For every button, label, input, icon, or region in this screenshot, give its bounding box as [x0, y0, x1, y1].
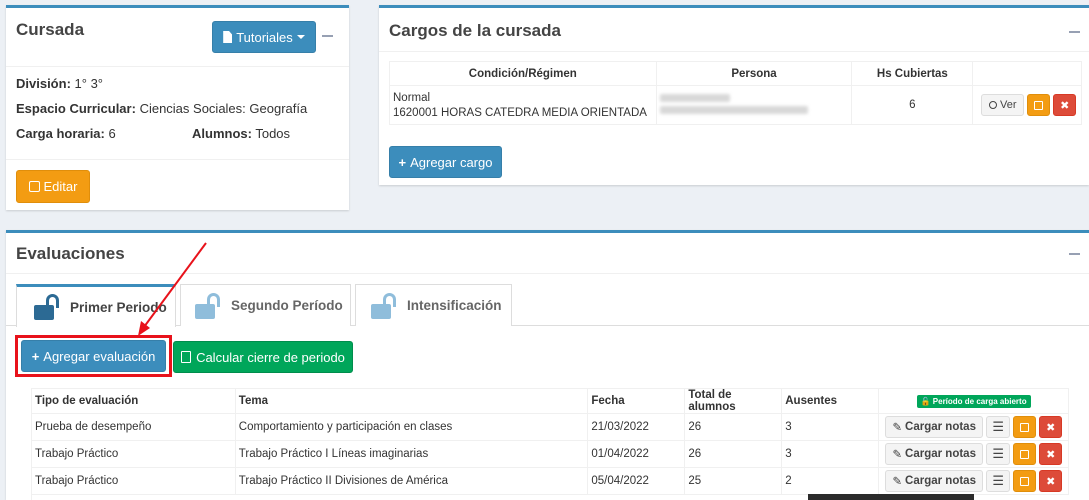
cursada-collapse-icon[interactable] — [322, 35, 333, 37]
alumnos-row: Alumnos: Todos — [192, 126, 291, 141]
cargos-panel: Cargos de la cursada Condición/Régimen P… — [379, 5, 1089, 185]
list-button[interactable]: ☰ — [986, 416, 1011, 438]
table-row: Trabajo Práctico Trabajo Práctico II Div… — [31, 467, 1069, 495]
col-hs: Hs Cubiertas — [851, 61, 974, 86]
eval-delete-button[interactable]: ✖ — [1039, 416, 1063, 438]
unlock-icon — [371, 292, 399, 319]
table-row: Prueba de desempeño Comportamiento y par… — [31, 413, 1069, 441]
tooltip-overlay — [808, 494, 974, 500]
tab-intensificacion[interactable]: Intensificación — [355, 284, 512, 326]
edit-icon — [28, 181, 40, 192]
col-tipo: Tipo de evaluación — [31, 388, 236, 414]
close-icon: ✖ — [1046, 448, 1056, 461]
tutoriales-button[interactable]: Tutoriales — [212, 21, 316, 53]
ver-button[interactable]: Ver — [981, 94, 1025, 116]
table-row: Normal 1620001 HORAS CATEDRA MEDIA ORIEN… — [389, 85, 1082, 125]
search-icon — [989, 101, 997, 109]
table-row: Trabajo Práctico Trabajo Práctico I Líne… — [31, 440, 1069, 468]
eval-edit-button[interactable] — [1013, 416, 1037, 438]
cargos-table: Condición/Régimen Persona Hs Cubiertas N… — [389, 61, 1082, 125]
calcular-cierre-button[interactable]: Calcular cierre de periodo — [173, 341, 353, 373]
agregar-cargo-button[interactable]: + Agregar cargo — [389, 146, 502, 178]
evaluaciones-table: Tipo de evaluación Tema Fecha Total de a… — [31, 388, 1069, 495]
cargar-notas-button[interactable]: ✎ Cargar notas — [885, 416, 984, 438]
edit-icon — [1020, 449, 1030, 459]
plus-icon: + — [398, 154, 407, 170]
espacio-row: Espacio Curricular: Ciencias Sociales: G… — [16, 101, 308, 116]
tab-segundo-periodo[interactable]: Segundo Período — [180, 284, 351, 326]
unlock-icon: 🔓 — [920, 396, 931, 406]
caret-down-icon — [296, 35, 305, 39]
cargo-edit-button[interactable] — [1027, 94, 1051, 116]
list-icon: ☰ — [992, 473, 1005, 488]
calculator-icon — [181, 351, 192, 363]
list-icon: ☰ — [992, 446, 1005, 461]
close-icon: ✖ — [1046, 475, 1056, 488]
edit-icon — [1020, 476, 1030, 486]
col-persona: Persona — [655, 61, 853, 86]
eval-edit-button[interactable] — [1013, 470, 1037, 492]
col-tema: Tema — [234, 388, 589, 414]
unlock-icon — [195, 292, 223, 319]
edit-icon — [1020, 422, 1030, 432]
evaluaciones-title: Evaluaciones — [16, 244, 125, 263]
list-button[interactable]: ☰ — [986, 470, 1011, 492]
eval-edit-button[interactable] — [1013, 443, 1037, 465]
annotation-highlight-box — [15, 335, 172, 377]
cargo-delete-button[interactable]: ✖ — [1053, 94, 1077, 116]
editar-label: Editar — [43, 179, 78, 194]
editar-button[interactable]: Editar — [16, 170, 90, 203]
list-icon: ☰ — [992, 419, 1005, 434]
tutoriales-label: Tutoriales — [236, 29, 293, 45]
list-button[interactable]: ☰ — [986, 443, 1011, 465]
carga-row: Carga horaria: 6 — [16, 126, 116, 141]
tab-primer-periodo[interactable]: Primer Periodo — [16, 284, 176, 327]
cargos-title: Cargos de la cursada — [389, 21, 561, 40]
evaluaciones-collapse-icon[interactable] — [1069, 253, 1080, 255]
pencil-icon: ✎ — [892, 422, 903, 434]
document-icon — [223, 31, 233, 43]
cargos-collapse-icon[interactable] — [1069, 31, 1080, 33]
cargar-notas-button[interactable]: ✎ Cargar notas — [885, 470, 984, 492]
cargar-notas-button[interactable]: ✎ Cargar notas — [885, 443, 984, 465]
col-condicion: Condición/Régimen — [389, 61, 657, 86]
edit-icon — [1034, 100, 1044, 110]
eval-delete-button[interactable]: ✖ — [1039, 470, 1063, 492]
cursada-title: Cursada — [16, 20, 85, 39]
persona-redacted — [655, 85, 853, 125]
col-fecha: Fecha — [587, 388, 686, 414]
cursada-panel: Cursada Tutoriales División: 1° 3° Espac… — [6, 5, 349, 210]
eval-delete-button[interactable]: ✖ — [1039, 443, 1063, 465]
unlock-icon — [34, 294, 62, 320]
close-icon: ✖ — [1046, 421, 1056, 434]
division-row: División: 1° 3° — [16, 76, 104, 91]
pencil-icon: ✎ — [892, 449, 903, 461]
col-ausentes: Ausentes — [781, 388, 880, 414]
close-icon: ✖ — [1060, 99, 1070, 112]
period-badge: 🔓 Período de carga abierto — [916, 394, 1031, 408]
col-total: Total de alumnos — [684, 388, 783, 414]
pencil-icon: ✎ — [892, 476, 903, 488]
